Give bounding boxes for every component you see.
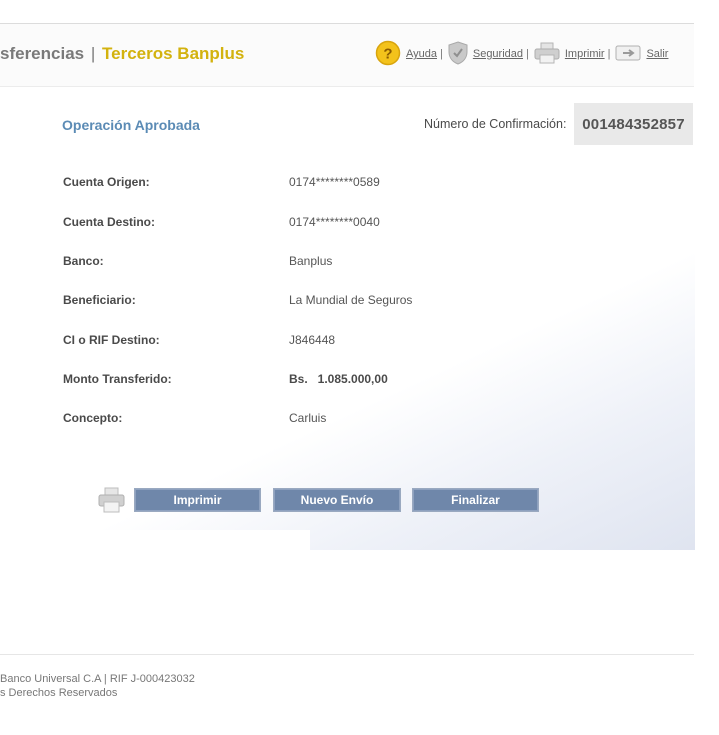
security-link[interactable]: Seguridad xyxy=(473,48,523,60)
link-separator: | xyxy=(440,48,443,60)
panel-corner xyxy=(0,530,310,552)
operation-status: Operación Aprobada xyxy=(62,117,200,133)
top-links: ? Ayuda | Seguridad | Imprimir | Salir xyxy=(375,40,668,68)
beneficiary-label: Beneficiario: xyxy=(63,293,136,307)
bank-value: Banplus xyxy=(289,254,333,268)
confirmation-number: 001484352857 xyxy=(574,103,693,145)
exit-icon[interactable] xyxy=(615,44,641,65)
origin-account-value: 0174********0589 xyxy=(289,175,380,189)
exit-link[interactable]: Salir xyxy=(646,48,668,60)
finish-button[interactable]: Finalizar xyxy=(412,488,539,512)
beneficiary-value: La Mundial de Seguros xyxy=(289,293,413,307)
footer-company: Banco Universal C.A | RIF J-000423032 xyxy=(0,673,195,685)
help-icon[interactable]: ? xyxy=(375,40,401,69)
footer-divider xyxy=(0,654,694,655)
link-separator: | xyxy=(607,48,611,60)
shield-icon[interactable] xyxy=(448,40,468,68)
bank-label: Banco: xyxy=(63,254,104,268)
confirmation-label: Número de Confirmación: xyxy=(424,117,567,131)
concept-value: Carluis xyxy=(289,411,327,425)
printer-icon[interactable] xyxy=(98,487,125,518)
receipt-panel xyxy=(0,87,695,550)
title-section: sferencias xyxy=(0,44,85,63)
print-button[interactable]: Imprimir xyxy=(134,488,261,512)
footer-rights: s Derechos Reservados xyxy=(0,687,118,699)
rif-label: CI o RIF Destino: xyxy=(63,333,160,347)
rif-value: J846448 xyxy=(289,333,336,347)
link-separator: | xyxy=(526,48,529,60)
destination-account-label: Cuenta Destino: xyxy=(63,215,156,229)
title-separator: | xyxy=(90,44,96,63)
concept-label: Concepto: xyxy=(63,411,123,425)
amount-label: Monto Transferido: xyxy=(63,372,172,386)
origin-account-label: Cuenta Origen: xyxy=(63,175,150,189)
destination-account-value: 0174********0040 xyxy=(289,215,380,229)
help-link[interactable]: Ayuda xyxy=(406,48,437,60)
title-subsection: Terceros Banplus xyxy=(102,44,245,63)
printer-icon[interactable] xyxy=(534,42,560,67)
amount-value: Bs. 1.085.000,00 xyxy=(289,372,388,386)
page-title: sferencias | Terceros Banplus xyxy=(0,44,244,64)
svg-text:?: ? xyxy=(383,45,392,62)
print-link[interactable]: Imprimir xyxy=(565,48,605,60)
new-send-button[interactable]: Nuevo Envío xyxy=(273,488,401,512)
